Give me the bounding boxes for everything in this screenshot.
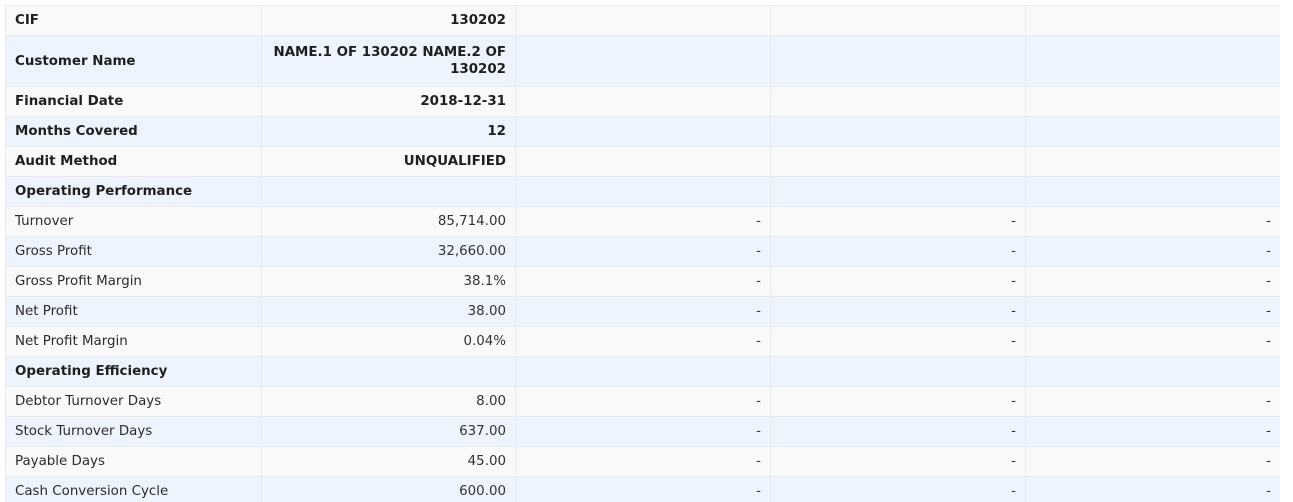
metric-value-col3: -: [770, 206, 1026, 237]
metric-value: 38.00: [261, 296, 516, 327]
metric-value-col4: -: [1025, 206, 1280, 237]
metric-value: 637.00: [261, 416, 516, 447]
metric-value-col4: -: [1025, 446, 1280, 477]
empty-cell: [770, 146, 1026, 177]
metric-value-col4: -: [1025, 386, 1280, 417]
metric-value-col2: -: [515, 296, 771, 327]
financial-summary-table: CIF 130202 Customer Name NAME.1 OF 13020…: [5, 5, 1280, 502]
metric-value-col3: -: [770, 266, 1026, 297]
table-row-audit-method: Audit Method UNQUALIFIED: [5, 146, 1280, 177]
empty-cell: [515, 356, 771, 387]
metric-value-col2: -: [515, 206, 771, 237]
table-row-financial-date: Financial Date 2018-12-31: [5, 86, 1280, 117]
table-row: Turnover 85,714.00 - - -: [5, 206, 1280, 237]
metric-value-col4: -: [1025, 416, 1280, 447]
table-row-cif: CIF 130202: [5, 5, 1280, 36]
metric-value-col2: -: [515, 476, 771, 502]
section-title: Operating Efficiency: [5, 356, 262, 387]
empty-cell: [261, 176, 516, 207]
metric-value-col4: -: [1025, 476, 1280, 502]
metric-value-col2: -: [515, 416, 771, 447]
row-value: NAME.1 OF 130202 NAME.2 OF 130202: [261, 35, 516, 87]
metric-value-col4: -: [1025, 236, 1280, 267]
metric-value-col3: -: [770, 416, 1026, 447]
table-row: Net Profit 38.00 - - -: [5, 296, 1280, 327]
empty-cell: [770, 116, 1026, 147]
table-row-customer-name: Customer Name NAME.1 OF 130202 NAME.2 OF…: [5, 35, 1280, 87]
empty-cell: [770, 356, 1026, 387]
row-value: 130202: [261, 5, 516, 36]
empty-cell: [770, 35, 1026, 87]
metric-value: 85,714.00: [261, 206, 516, 237]
table-row: Gross Profit 32,660.00 - - -: [5, 236, 1280, 267]
empty-cell: [1025, 146, 1280, 177]
row-label: Customer Name: [5, 35, 262, 87]
empty-cell: [515, 5, 771, 36]
empty-cell: [770, 176, 1026, 207]
empty-cell: [1025, 356, 1280, 387]
table-row-months-covered: Months Covered 12: [5, 116, 1280, 147]
metric-label: Cash Conversion Cycle: [5, 476, 262, 502]
metric-value: 8.00: [261, 386, 516, 417]
metric-value-col3: -: [770, 446, 1026, 477]
metric-label: Stock Turnover Days: [5, 416, 262, 447]
financial-summary-panel: CIF 130202 Customer Name NAME.1 OF 13020…: [5, 5, 1280, 502]
section-title: Operating Performance: [5, 176, 262, 207]
metric-value-col2: -: [515, 326, 771, 357]
metric-label: Net Profit: [5, 296, 262, 327]
row-value: 2018-12-31: [261, 86, 516, 117]
row-value: UNQUALIFIED: [261, 146, 516, 177]
table-row: Gross Profit Margin 38.1% - - -: [5, 266, 1280, 297]
metric-value-col3: -: [770, 296, 1026, 327]
empty-cell: [1025, 5, 1280, 36]
metric-value: 0.04%: [261, 326, 516, 357]
empty-cell: [515, 116, 771, 147]
metric-label: Turnover: [5, 206, 262, 237]
empty-cell: [515, 86, 771, 117]
metric-value: 600.00: [261, 476, 516, 502]
row-label: Financial Date: [5, 86, 262, 117]
section-header-operating-efficiency: Operating Efficiency: [5, 356, 1280, 387]
metric-value: 45.00: [261, 446, 516, 477]
table-row: Stock Turnover Days 637.00 - - -: [5, 416, 1280, 447]
empty-cell: [1025, 35, 1280, 87]
metric-label: Net Profit Margin: [5, 326, 262, 357]
empty-cell: [770, 86, 1026, 117]
metric-value-col3: -: [770, 476, 1026, 502]
metric-value: 32,660.00: [261, 236, 516, 267]
metric-value-col4: -: [1025, 296, 1280, 327]
empty-cell: [1025, 86, 1280, 117]
empty-cell: [515, 146, 771, 177]
table-row: Debtor Turnover Days 8.00 - - -: [5, 386, 1280, 417]
table-row: Cash Conversion Cycle 600.00 - - -: [5, 476, 1280, 502]
row-label: Months Covered: [5, 116, 262, 147]
metric-value-col2: -: [515, 236, 771, 267]
metric-label: Gross Profit Margin: [5, 266, 262, 297]
section-header-operating-performance: Operating Performance: [5, 176, 1280, 207]
metric-value-col2: -: [515, 446, 771, 477]
empty-cell: [515, 35, 771, 87]
metric-value: 38.1%: [261, 266, 516, 297]
metric-label: Debtor Turnover Days: [5, 386, 262, 417]
row-label: CIF: [5, 5, 262, 36]
empty-cell: [515, 176, 771, 207]
empty-cell: [261, 356, 516, 387]
metric-value-col3: -: [770, 386, 1026, 417]
metric-value-col4: -: [1025, 266, 1280, 297]
row-value: 12: [261, 116, 516, 147]
metric-value-col4: -: [1025, 326, 1280, 357]
metric-value-col2: -: [515, 266, 771, 297]
table-row: Payable Days 45.00 - - -: [5, 446, 1280, 477]
empty-cell: [1025, 116, 1280, 147]
row-label: Audit Method: [5, 146, 262, 177]
metric-label: Payable Days: [5, 446, 262, 477]
metric-value-col3: -: [770, 236, 1026, 267]
metric-label: Gross Profit: [5, 236, 262, 267]
metric-value-col2: -: [515, 386, 771, 417]
metric-value-col3: -: [770, 326, 1026, 357]
empty-cell: [770, 5, 1026, 36]
table-row: Net Profit Margin 0.04% - - -: [5, 326, 1280, 357]
empty-cell: [1025, 176, 1280, 207]
